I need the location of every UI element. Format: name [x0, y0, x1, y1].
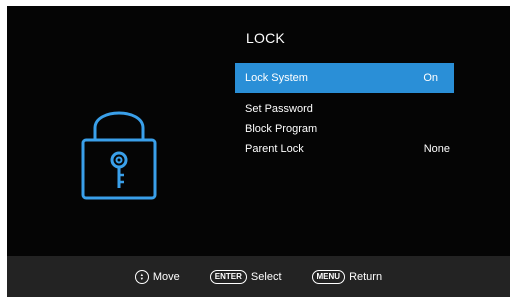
menu-item-block-program[interactable]: Block Program — [235, 119, 454, 139]
menu-item-label: Block Program — [245, 123, 318, 135]
tv-screen: LOCK Lock System On Set Password Block P… — [7, 6, 510, 297]
padlock-key-icon — [81, 111, 157, 200]
menu-item-label: Lock System — [245, 72, 308, 84]
select-hint-label: Select — [250, 270, 282, 283]
return-hint: MENU Return — [311, 269, 383, 284]
lock-menu-list: Lock System On Set Password Block Progra… — [235, 63, 454, 159]
menu-item-value: None — [423, 143, 450, 155]
navigation-hint-bar: ▲ ▼ Move ENTER Select MENU Return — [7, 256, 510, 297]
menu-item-lock-system[interactable]: Lock System On — [235, 63, 454, 93]
select-hint: ENTER Select — [209, 269, 282, 284]
menu-key-icon: MENU — [311, 269, 346, 284]
menu-item-set-password[interactable]: Set Password — [235, 99, 454, 119]
move-hint-label: Move — [152, 270, 180, 283]
move-hint: ▲ ▼ Move — [134, 269, 180, 284]
up-down-icon: ▲ ▼ — [134, 269, 149, 284]
return-hint-label: Return — [349, 270, 383, 283]
enter-key-icon: ENTER — [209, 269, 247, 284]
menu-item-label: Parent Lock — [245, 143, 304, 155]
menu-item-parent-lock[interactable]: Parent Lock None — [235, 139, 454, 159]
menu-item-value: On — [423, 72, 438, 84]
page-title: LOCK — [246, 30, 285, 46]
menu-item-label: Set Password — [245, 103, 313, 115]
